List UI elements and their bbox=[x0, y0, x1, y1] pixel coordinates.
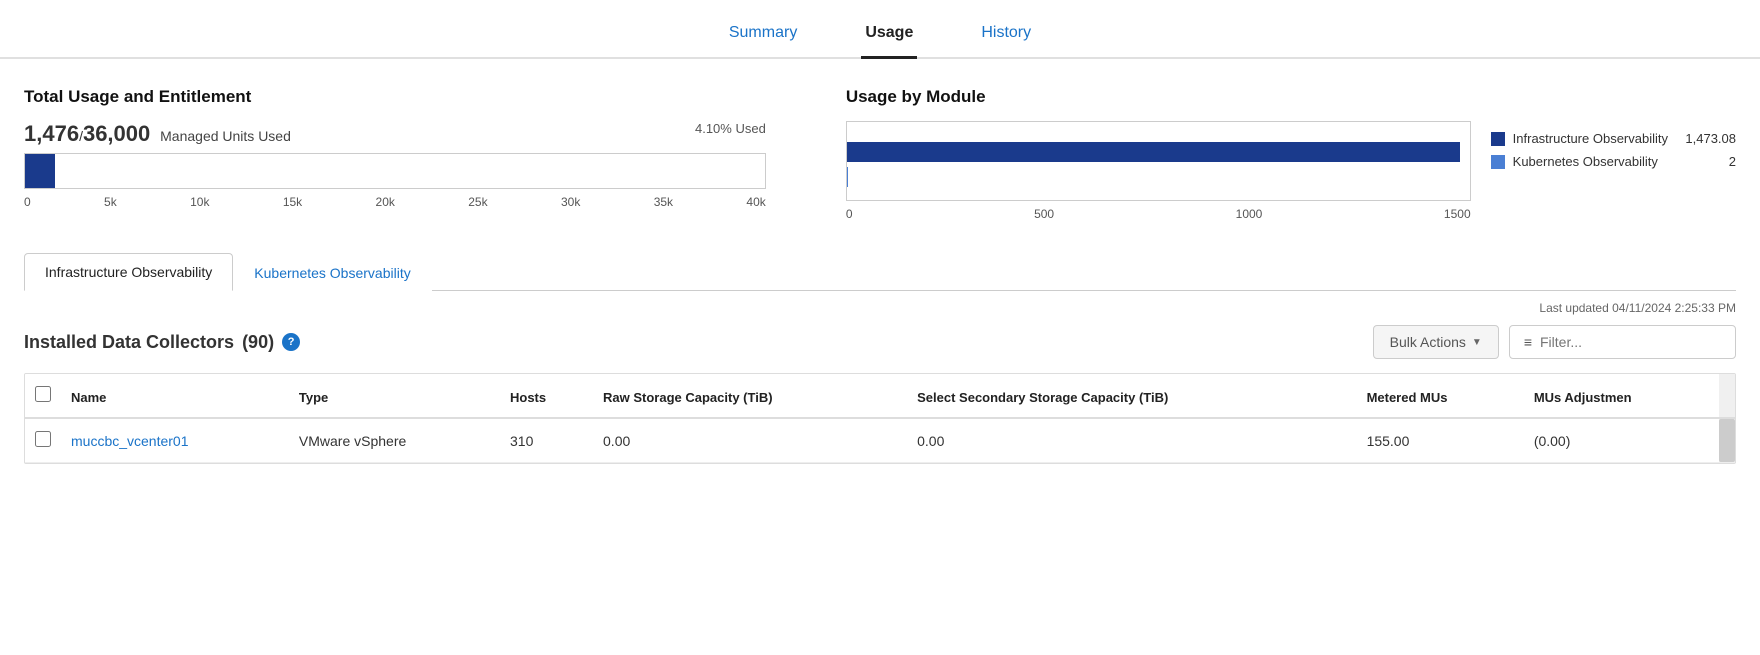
tab-infra-observability[interactable]: Infrastructure Observability bbox=[24, 253, 233, 291]
scrollbar-header bbox=[1719, 374, 1735, 418]
filter-icon: ≡ bbox=[1524, 334, 1532, 350]
infra-legend-value: 1,473.08 bbox=[1676, 131, 1736, 146]
header-actions: Bulk Actions ▼ ≡ bbox=[1373, 325, 1736, 359]
k8s-bar bbox=[847, 167, 848, 187]
filter-input-wrapper[interactable]: ≡ bbox=[1509, 325, 1736, 359]
module-axis-labels: 0 500 1000 1500 bbox=[846, 207, 1471, 221]
tab-history[interactable]: History bbox=[977, 14, 1035, 59]
usage-percent: 4.10% Used bbox=[695, 121, 766, 136]
top-navigation: Summary Usage History bbox=[0, 0, 1760, 59]
collector-name-link[interactable]: muccbc_vcenter01 bbox=[71, 433, 189, 449]
row-mus-adjustment: (0.00) bbox=[1524, 418, 1719, 463]
row-name: muccbc_vcenter01 bbox=[61, 418, 289, 463]
total-usage-bar-fill bbox=[25, 154, 55, 188]
module-title: Usage by Module bbox=[846, 87, 1736, 107]
row-checkbox[interactable] bbox=[35, 431, 51, 447]
data-tabs-row: Infrastructure Observability Kubernetes … bbox=[24, 253, 1736, 291]
usage-label: Managed Units Used bbox=[160, 128, 291, 144]
k8s-legend-value: 2 bbox=[1676, 154, 1736, 169]
total-usage-bar bbox=[24, 153, 766, 189]
total-usage-panel: Total Usage and Entitlement 1,476/36,000… bbox=[24, 87, 766, 221]
metrics-section: Total Usage and Entitlement 1,476/36,000… bbox=[24, 87, 1736, 221]
table-header-row: Name Type Hosts Raw Storage Capacity (Ti… bbox=[25, 374, 1735, 418]
row-checkbox-cell bbox=[25, 418, 61, 463]
col-raw-storage: Raw Storage Capacity (TiB) bbox=[593, 374, 907, 418]
tab-k8s-observability[interactable]: Kubernetes Observability bbox=[233, 253, 431, 291]
scrollbar-cell[interactable] bbox=[1719, 418, 1735, 463]
bulk-actions-button[interactable]: Bulk Actions ▼ bbox=[1373, 325, 1499, 359]
usage-current: 1,476 bbox=[24, 121, 79, 146]
collectors-table-wrapper: Name Type Hosts Raw Storage Capacity (Ti… bbox=[24, 373, 1736, 464]
row-type: VMware vSphere bbox=[289, 418, 500, 463]
last-updated: Last updated 04/11/2024 2:25:33 PM bbox=[24, 301, 1736, 315]
select-all-col bbox=[25, 374, 61, 418]
usage-total: 36,000 bbox=[83, 121, 150, 146]
collectors-count: (90) bbox=[242, 332, 274, 353]
row-secondary-storage: 0.00 bbox=[907, 418, 1356, 463]
bulk-actions-label: Bulk Actions bbox=[1390, 334, 1466, 350]
select-all-checkbox[interactable] bbox=[35, 386, 51, 402]
k8s-legend-color bbox=[1491, 155, 1505, 169]
usage-summary: 1,476/36,000 Managed Units Used 4.10% Us… bbox=[24, 121, 766, 147]
collectors-header: Installed Data Collectors (90) ? Bulk Ac… bbox=[24, 325, 1736, 359]
module-chart-wrapper: 0 500 1000 1500 Infrastructure Observabi… bbox=[846, 121, 1736, 221]
module-legend: Infrastructure Observability 1,473.08 Ku… bbox=[1491, 121, 1736, 177]
col-type: Type bbox=[289, 374, 500, 418]
collectors-table-body: muccbc_vcenter01 VMware vSphere 310 0.00… bbox=[25, 418, 1735, 463]
col-secondary-storage: Select Secondary Storage Capacity (TiB) bbox=[907, 374, 1356, 418]
row-hosts: 310 bbox=[500, 418, 593, 463]
row-metered-mus: 155.00 bbox=[1357, 418, 1524, 463]
total-usage-title: Total Usage and Entitlement bbox=[24, 87, 766, 107]
infra-legend-color bbox=[1491, 132, 1505, 146]
tab-summary[interactable]: Summary bbox=[725, 14, 801, 59]
total-usage-bar-labels: 0 5k 10k 15k 20k 25k 30k 35k 40k bbox=[24, 195, 766, 209]
module-bar-container bbox=[846, 121, 1471, 201]
col-hosts: Hosts bbox=[500, 374, 593, 418]
legend-item-k8s: Kubernetes Observability 2 bbox=[1491, 154, 1736, 169]
module-chart-area: 0 500 1000 1500 bbox=[846, 121, 1471, 221]
chevron-down-icon: ▼ bbox=[1472, 337, 1482, 348]
usage-by-module-panel: Usage by Module 0 500 1000 1500 bbox=[846, 87, 1736, 221]
tab-usage[interactable]: Usage bbox=[861, 14, 917, 59]
help-icon[interactable]: ? bbox=[282, 333, 300, 351]
infra-legend-label: Infrastructure Observability bbox=[1513, 131, 1668, 146]
col-mus-adjustment: MUs Adjustmen bbox=[1524, 374, 1719, 418]
row-raw-storage: 0.00 bbox=[593, 418, 907, 463]
collectors-title-text: Installed Data Collectors bbox=[24, 332, 234, 353]
main-content: Total Usage and Entitlement 1,476/36,000… bbox=[0, 87, 1760, 464]
k8s-legend-label: Kubernetes Observability bbox=[1513, 154, 1668, 169]
collectors-table: Name Type Hosts Raw Storage Capacity (Ti… bbox=[25, 374, 1735, 463]
filter-input[interactable] bbox=[1540, 334, 1721, 350]
infra-bar bbox=[847, 142, 1461, 162]
collectors-title: Installed Data Collectors (90) ? bbox=[24, 332, 300, 353]
col-metered-mus: Metered MUs bbox=[1357, 374, 1524, 418]
table-row: muccbc_vcenter01 VMware vSphere 310 0.00… bbox=[25, 418, 1735, 463]
legend-item-infra: Infrastructure Observability 1,473.08 bbox=[1491, 131, 1736, 146]
col-name: Name bbox=[61, 374, 289, 418]
